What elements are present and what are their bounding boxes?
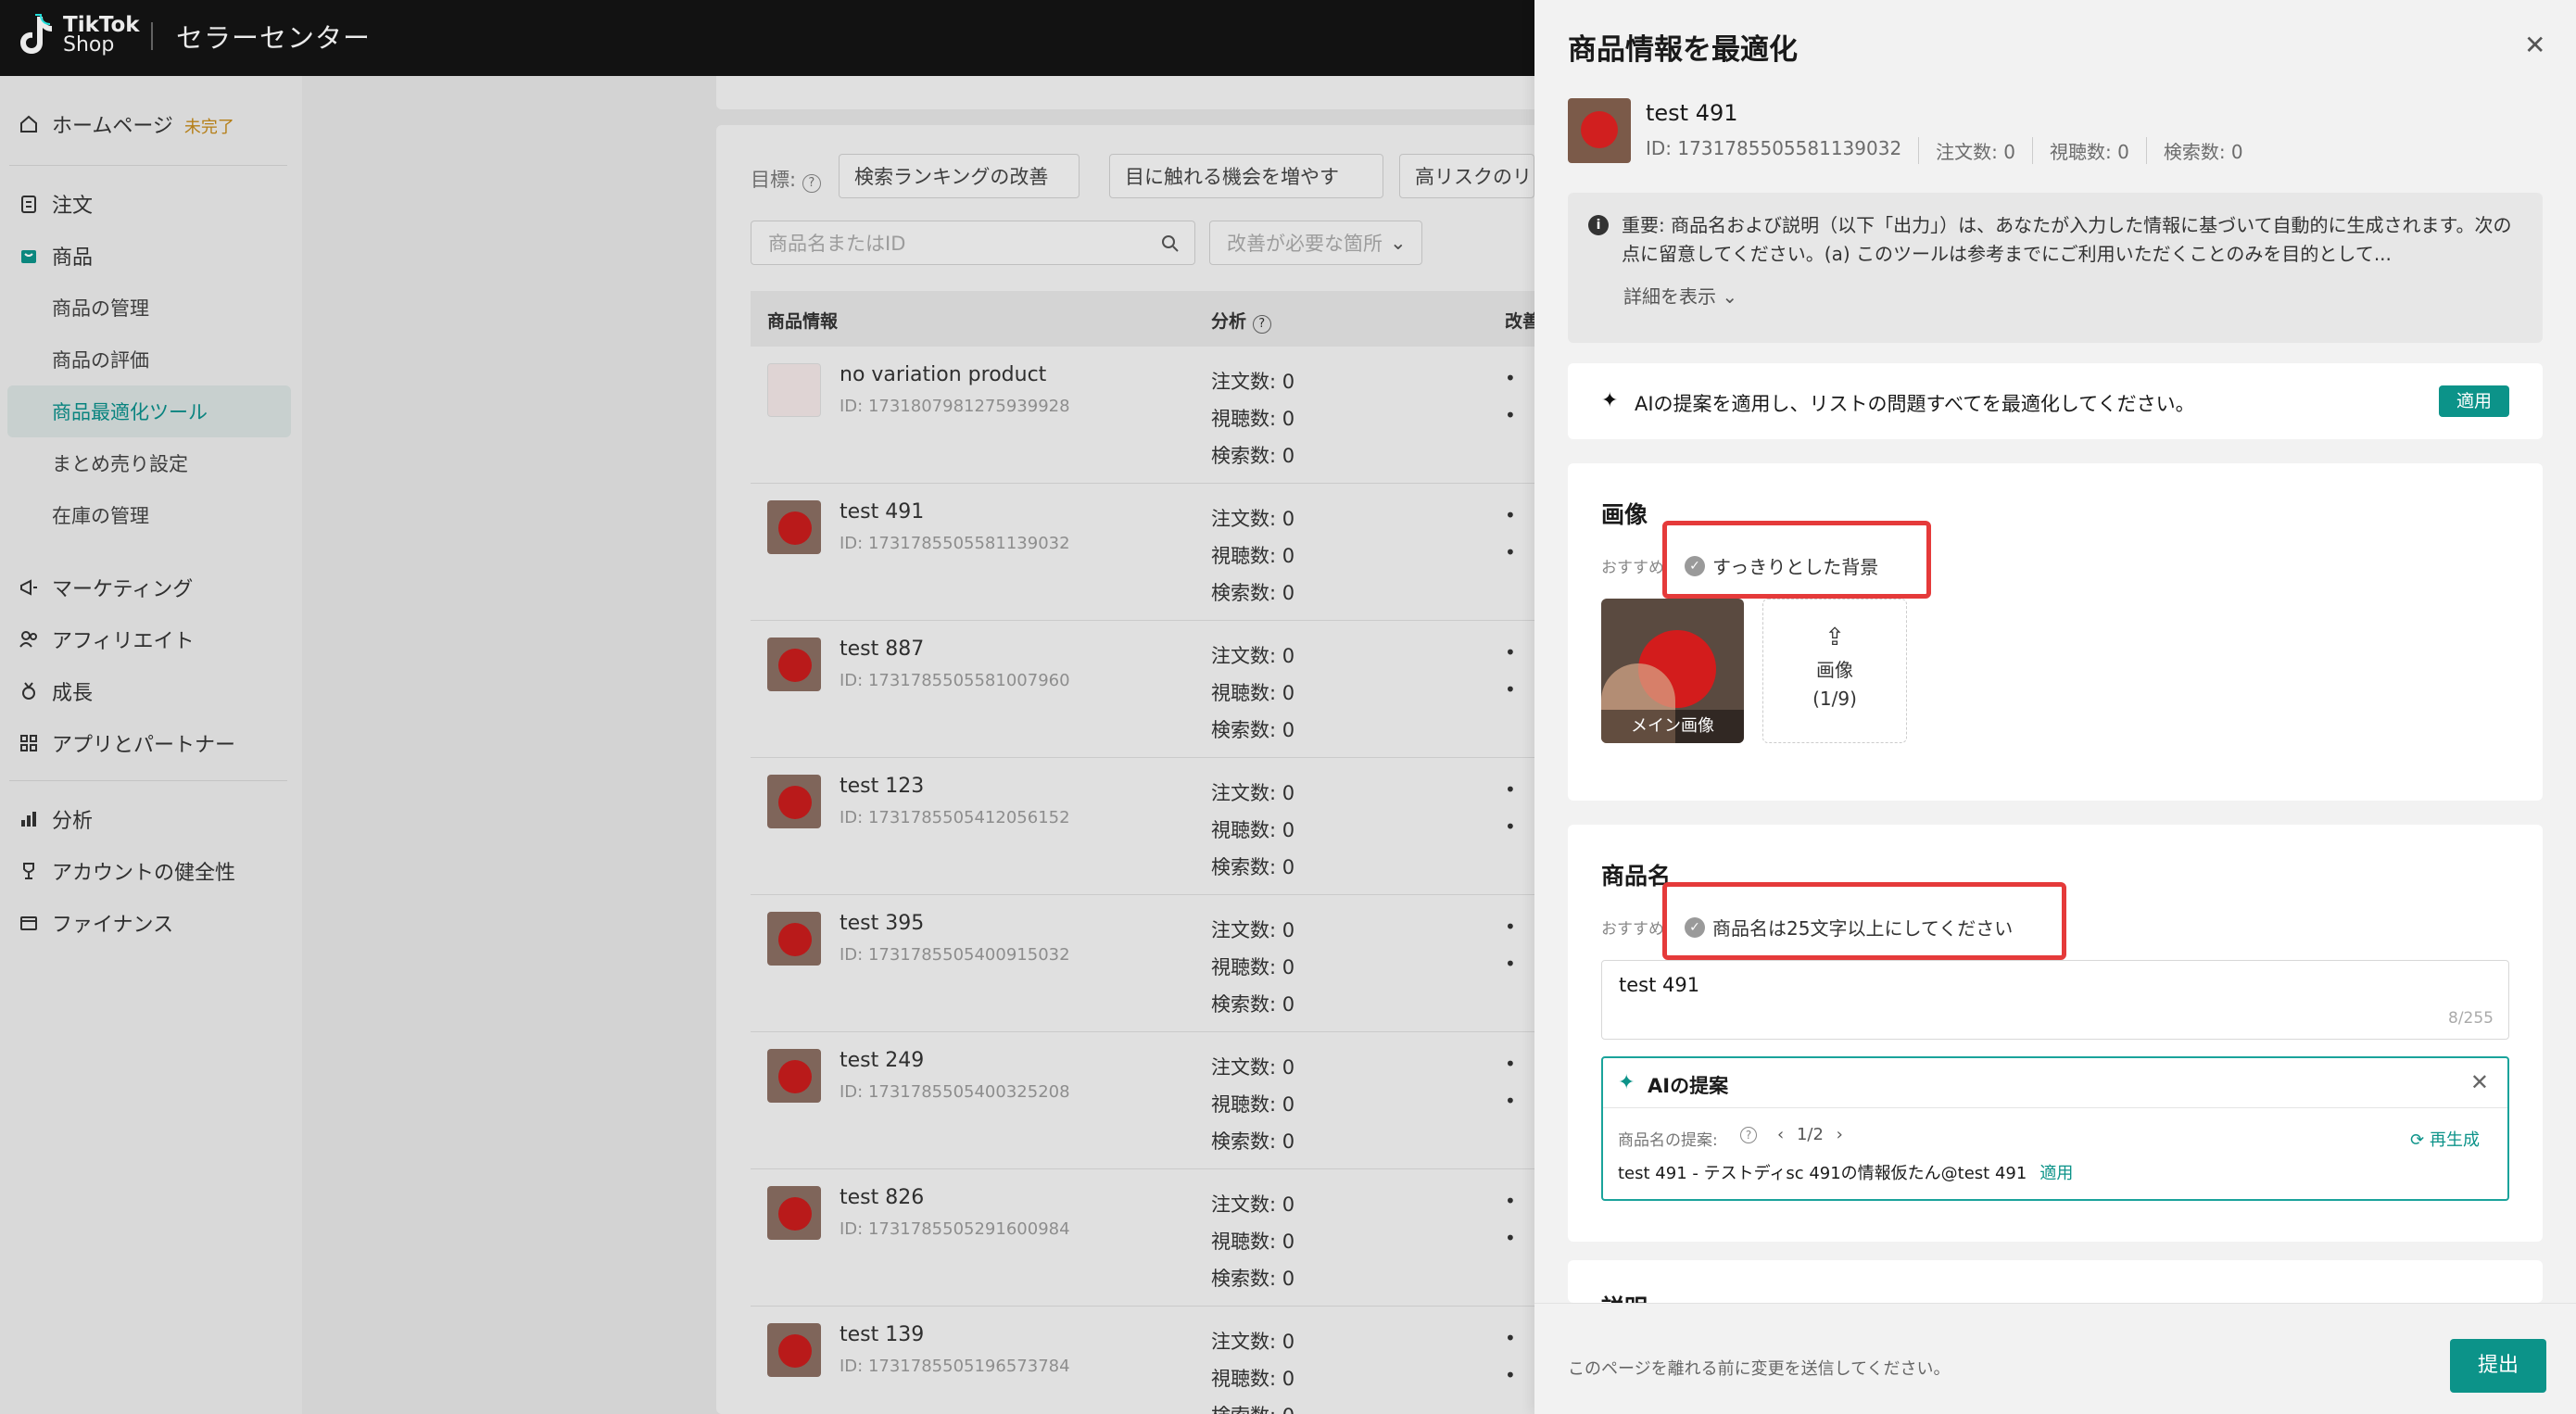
upload-label: 画像: [1816, 659, 1853, 681]
refresh-icon: ⟳: [2410, 1130, 2425, 1150]
description-section: 説明: [1568, 1260, 2543, 1303]
modal-overlay[interactable]: [0, 0, 1534, 1414]
help-icon[interactable]: ?: [1740, 1127, 1757, 1143]
product-title-input[interactable]: test 491 8/255: [1601, 960, 2509, 1040]
description-section-title: 説明: [1601, 1290, 1648, 1303]
show-more-label: 詳細を表示: [1623, 285, 1716, 308]
product-id: ID: 1731785505581139032: [1646, 137, 1902, 159]
close-icon[interactable]: ✕: [2470, 1069, 2489, 1095]
ai-box-header: ✦ AIの提案 ✕: [1603, 1058, 2507, 1108]
regenerate-label: 再生成: [2430, 1130, 2480, 1150]
title-section-title: 商品名: [1601, 863, 1672, 890]
title-char-count: 8/255: [2448, 1009, 2494, 1028]
upload-count: (1/9): [1812, 688, 1857, 710]
upload-icon: ⇪: [1825, 624, 1845, 651]
drawer-product-name: test 491: [1646, 100, 1738, 126]
show-more-link[interactable]: 詳細を表示 ⌄: [1623, 282, 1737, 309]
apply-all-button[interactable]: 適用: [2439, 385, 2509, 417]
ai-apply-text: AIの提案を適用し、リストの問題すべてを最適化してください。: [1635, 393, 2195, 415]
suggestion-pager: ‹ 1/2 ›: [1777, 1125, 1843, 1144]
sparkle-icon: ✦: [1618, 1071, 1635, 1094]
info-icon: i: [1588, 215, 1609, 235]
close-icon[interactable]: ✕: [2524, 30, 2545, 60]
suggestion-value: test 491 - テストディsc 491の情報仮たん@test 491: [1618, 1164, 2027, 1183]
suggestion-text: test 491 - テストディsc 491の情報仮たん@test 491 適用: [1618, 1160, 2073, 1184]
highlight-box: [1662, 521, 1931, 599]
views-count: 視聴数: 0: [2032, 137, 2146, 164]
highlight-box: [1662, 882, 2066, 960]
orders-count: 注文数: 0: [1918, 137, 2032, 164]
recommend-label: おすすめ: [1601, 920, 1664, 939]
notice-text: 重要: 商品名および説明（以下「出力」）は、あなたが入力した情報に基づいて自動的…: [1622, 214, 2512, 265]
image-upload-button[interactable]: ⇪ 画像 (1/9): [1762, 599, 1907, 743]
drawer-title: 商品情報を最適化: [1568, 33, 1798, 67]
drawer-footer: このページを離れる前に変更を送信してください。 提出: [1534, 1303, 2576, 1414]
chevron-down-icon: ⌄: [1722, 285, 1738, 308]
recommend-label: おすすめ: [1601, 559, 1664, 577]
product-thumbnail: [1568, 98, 1631, 163]
searches-count: 検索数: 0: [2145, 137, 2260, 164]
drawer-product-meta: ID: 1731785505581139032 注文数: 0 視聴数: 0 検索…: [1646, 137, 2260, 164]
main-image-caption: メイン画像: [1601, 710, 1744, 743]
optimize-drawer: 商品情報を最適化 ✕ test 491 ID: 1731785505581139…: [1534, 0, 2576, 1414]
submit-button[interactable]: 提出: [2450, 1339, 2546, 1393]
chevron-left-icon[interactable]: ‹: [1777, 1125, 1784, 1144]
footer-message: このページを離れる前に変更を送信してください。: [1568, 1359, 1951, 1379]
sparkle-icon: ✦: [1601, 389, 1619, 412]
image-section-title: 画像: [1601, 501, 1648, 528]
chevron-right-icon[interactable]: ›: [1837, 1125, 1843, 1144]
pager-text: 1/2: [1796, 1125, 1824, 1144]
important-notice: i 重要: 商品名および説明（以下「出力」）は、あなたが入力した情報に基づいて自…: [1568, 193, 2543, 343]
title-input-value: test 491: [1619, 974, 1700, 996]
regenerate-button[interactable]: ⟳ 再生成: [2410, 1127, 2480, 1151]
suggestion-label: 商品名の提案:: [1618, 1131, 1718, 1150]
apply-suggestion-link[interactable]: 適用: [2039, 1164, 2073, 1183]
ai-box-title: AIの提案: [1648, 1075, 1729, 1097]
main-image[interactable]: メイン画像: [1601, 599, 1744, 743]
ai-suggestion-box: ✦ AIの提案 ✕ 商品名の提案: ? ‹ 1/2 › ⟳ 再生成 test 4…: [1601, 1056, 2509, 1201]
ai-apply-all-card: ✦ AIの提案を適用し、リストの問題すべてを最適化してください。 適用: [1568, 363, 2543, 439]
